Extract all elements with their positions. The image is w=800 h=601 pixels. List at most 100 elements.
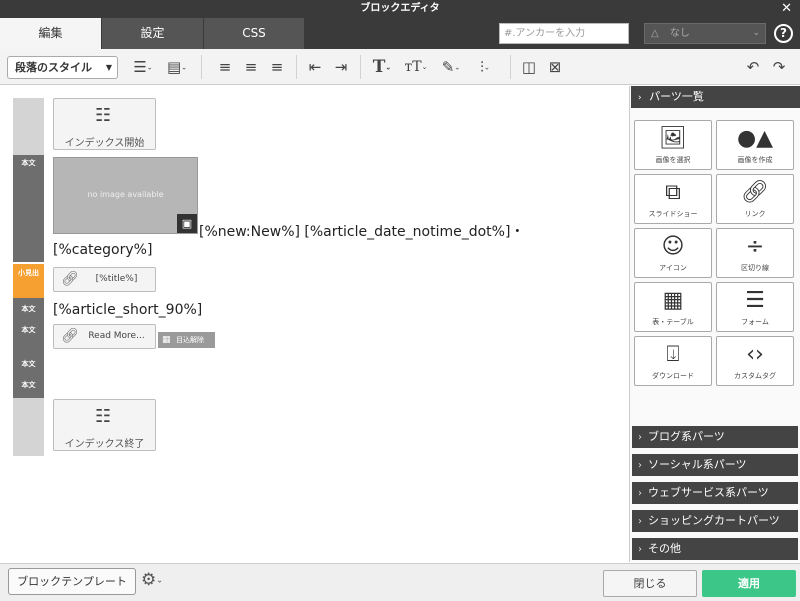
- index-start-block[interactable]: ☷ インデックス開始: [53, 98, 156, 150]
- paragraph-style-label: 段落のスタイル: [15, 61, 92, 74]
- accordion-social-parts[interactable]: › ソーシャル系パーツ: [632, 454, 798, 476]
- part-divider[interactable]: ÷ 区切り線: [716, 228, 794, 278]
- clear-format-icon: ⊠: [548, 58, 562, 76]
- image-select-icon: 🖼︎: [659, 126, 687, 151]
- accordion-other[interactable]: › その他: [632, 538, 798, 560]
- accordion-shopping-parts[interactable]: › ショッピングカートパーツ: [632, 510, 798, 532]
- chevron-down-icon: ⌄: [421, 63, 428, 71]
- accordion-webservice-parts[interactable]: › ウェブサービス系パーツ: [632, 482, 798, 504]
- title-link-button[interactable]: 🔗︎ [%title%]: [53, 267, 156, 292]
- tab-settings[interactable]: 設定: [102, 18, 204, 49]
- chevron-right-icon: ›: [638, 488, 642, 499]
- undo-button[interactable]: ↶: [742, 56, 764, 78]
- indent-button[interactable]: ⇥: [330, 56, 352, 78]
- part-slideshow[interactable]: ⧉ スライドショー: [634, 174, 712, 224]
- accordion-blog-parts[interactable]: › ブログ系パーツ: [632, 426, 798, 448]
- color-picker-button[interactable]: ✎⌄: [436, 56, 466, 78]
- slideshow-icon: ⧉: [665, 180, 681, 205]
- smiley-icon: ☺: [661, 234, 685, 259]
- chevron-right-icon: ›: [638, 516, 642, 527]
- align-right-icon: ≡: [270, 58, 284, 76]
- divider-icon: ÷: [745, 234, 765, 259]
- align-left-button[interactable]: ≡: [214, 56, 236, 78]
- block-rail[interactable]: [13, 155, 44, 262]
- numbered-list-button[interactable]: ▤⌄: [162, 56, 192, 78]
- redo-icon: ↷: [772, 58, 786, 76]
- part-label: 画像を選択: [655, 156, 691, 164]
- font-size-button[interactable]: ᴛT⌄: [400, 56, 432, 78]
- image-icon[interactable]: ▣: [177, 214, 197, 233]
- read-more-label: Read More...: [88, 331, 145, 341]
- tab-edit[interactable]: 編集: [0, 18, 102, 49]
- block-template-button[interactable]: ブロックテンプレート: [8, 568, 136, 595]
- accordion-label: ソーシャル系パーツ: [648, 458, 747, 471]
- close-button[interactable]: 閉じる: [603, 570, 697, 597]
- editor-toolbar: 段落のスタイル ▼ ☰⌄ ▤⌄ ≡ ≡ ≡ ⇤ ⇥ T⌄ ᴛT⌄ ✎⌄ ⫶⌄ ◫…: [0, 49, 800, 85]
- toolbar-divider: [510, 55, 511, 79]
- split-block-button[interactable]: ◫: [518, 56, 540, 78]
- anchor-input[interactable]: [499, 23, 629, 44]
- part-link[interactable]: 🔗︎ リンク: [716, 174, 794, 224]
- indent-icon: ⇥: [334, 58, 348, 76]
- chevron-down-icon: ⌄: [156, 575, 163, 585]
- close-icon[interactable]: ✕: [781, 0, 792, 18]
- outdent-button[interactable]: ⇤: [304, 56, 326, 78]
- bottom-bar: ブロックテンプレート ⚙⌄ 閉じる 適用: [0, 563, 800, 601]
- part-label: アイコン: [659, 264, 687, 272]
- part-label: カスタムタグ: [734, 372, 776, 380]
- parts-list-title: パーツ一覧: [649, 90, 704, 103]
- part-label: ダウンロード: [652, 372, 694, 380]
- text-format-icon: T: [372, 57, 386, 77]
- block-rail[interactable]: [13, 98, 44, 155]
- part-custom-tag[interactable]: ‹› カスタムタグ: [716, 336, 794, 386]
- undo-icon: ↶: [746, 58, 760, 76]
- part-form[interactable]: ☰ フォーム: [716, 282, 794, 332]
- part-image-create[interactable]: ●▲ 画像を作成: [716, 120, 794, 170]
- parts-list-header[interactable]: › パーツ一覧: [631, 86, 800, 108]
- settings-button[interactable]: ⚙⌄: [141, 570, 163, 590]
- numbered-list-icon: ▤: [166, 58, 182, 76]
- redo-button[interactable]: ↷: [768, 56, 790, 78]
- part-label: リンク: [744, 210, 766, 218]
- index-end-block[interactable]: ☷ インデックス終了: [53, 399, 156, 451]
- align-right-button[interactable]: ≡: [266, 56, 288, 78]
- accordion-label: ブログ系パーツ: [648, 430, 725, 443]
- bullet-list-button[interactable]: ☰⌄: [128, 56, 158, 78]
- template-select-icon: △: [651, 28, 659, 39]
- chevron-down-icon: ⌄: [146, 63, 153, 72]
- part-table[interactable]: ▦ 表・テーブル: [634, 282, 712, 332]
- tab-bar: 編集 設定 CSS △ なし ⌄ ?: [0, 18, 800, 49]
- line-height-button[interactable]: ⫶⌄: [470, 56, 500, 78]
- clear-format-button[interactable]: ⊠: [544, 56, 566, 78]
- part-image-select[interactable]: 🖼︎ 画像を選択: [634, 120, 712, 170]
- block-rail[interactable]: [13, 398, 44, 456]
- link-icon: 🔗︎: [61, 328, 79, 344]
- content-text-line-1[interactable]: [%new:New%] [%article_date_notime_dot%]・: [199, 221, 524, 241]
- align-center-icon: ≡: [244, 58, 258, 76]
- align-center-button[interactable]: ≡: [240, 56, 262, 78]
- outdent-icon: ⇤: [308, 58, 322, 76]
- release-badge[interactable]: ▦ 目込解除: [158, 332, 215, 348]
- rail-label-body: 本文: [21, 326, 36, 334]
- part-icon[interactable]: ☺ アイコン: [634, 228, 712, 278]
- apply-button[interactable]: 適用: [702, 570, 796, 597]
- text-format-button[interactable]: T⌄: [368, 56, 396, 78]
- paragraph-style-select[interactable]: 段落のスタイル ▼: [7, 56, 118, 79]
- rail-label-body: 本文: [21, 360, 36, 368]
- link-icon: 🔗︎: [61, 271, 79, 287]
- content-text-line-2[interactable]: [%category%]: [53, 242, 152, 258]
- toolbar-divider: [360, 55, 361, 79]
- chevron-right-icon: ›: [638, 460, 642, 471]
- content-text-line-3[interactable]: [%article_short_90%]: [53, 302, 202, 318]
- part-download[interactable]: ⍗ ダウンロード: [634, 336, 712, 386]
- accordion-label: ショッピングカートパーツ: [648, 514, 780, 527]
- tab-css[interactable]: CSS: [204, 18, 305, 49]
- read-more-button[interactable]: 🔗︎ Read More...: [53, 324, 156, 349]
- help-button[interactable]: ?: [774, 24, 793, 43]
- chevron-down-icon: ⌄: [181, 63, 188, 72]
- index-end-icon: ☷: [95, 406, 112, 427]
- chevron-down-icon: ▼: [105, 63, 112, 72]
- template-select[interactable]: △ なし ⌄: [644, 23, 766, 44]
- release-badge-label: 目込解除: [176, 336, 204, 344]
- rail-label-body: 本文: [21, 305, 36, 313]
